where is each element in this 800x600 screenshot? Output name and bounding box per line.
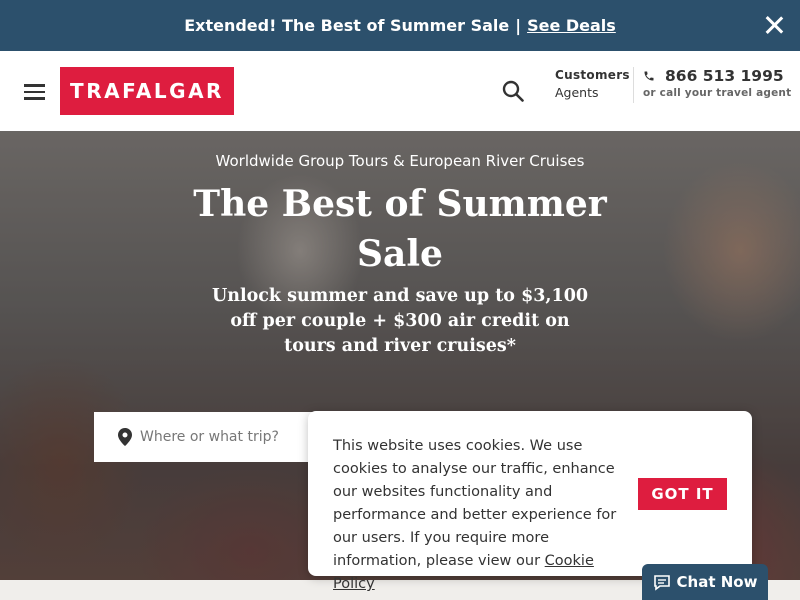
promo-separator: | <box>515 16 522 35</box>
trafalgar-logo[interactable]: TRAFALGAR <box>60 67 234 115</box>
location-pin-icon <box>118 428 132 446</box>
chat-bubble-icon <box>653 574 670 591</box>
search-icon[interactable] <box>502 80 524 102</box>
hero-title: The Best of Summer Sale <box>193 183 607 275</box>
close-icon[interactable] <box>764 15 784 35</box>
promo-banner: Extended! The Best of Summer Sale | See … <box>0 0 800 51</box>
customer-agent-switch: Customers Agents <box>555 66 630 102</box>
see-deals-link[interactable]: See Deals <box>527 16 616 35</box>
chat-label: Chat Now <box>676 573 758 591</box>
cookie-text: This website uses cookies. We use cookie… <box>333 438 617 569</box>
trip-search-box[interactable] <box>94 412 314 462</box>
customers-link[interactable]: Customers <box>555 66 630 84</box>
phone-number-link[interactable]: 866 513 1995 <box>643 67 791 85</box>
menu-icon[interactable] <box>24 84 45 100</box>
cookie-message: This website uses cookies. We use cookie… <box>333 435 633 596</box>
chat-now-button[interactable]: Chat Now <box>642 564 768 600</box>
agents-link[interactable]: Agents <box>555 84 630 102</box>
site-header: TRAFALGAR Customers Agents 866 513 1995 … <box>0 51 800 131</box>
cookie-consent-dialog: This website uses cookies. We use cookie… <box>308 411 752 592</box>
phone-contact: 866 513 1995 or call your travel agent <box>643 67 791 99</box>
hero-kicker: Worldwide Group Tours & European River C… <box>215 152 585 170</box>
phone-number: 866 513 1995 <box>665 67 784 85</box>
trip-search-input[interactable] <box>140 429 310 445</box>
hero-subtitle: Unlock summer and save up to $3,100 off … <box>211 286 589 356</box>
phone-subtext: or call your travel agent <box>643 87 792 99</box>
hero-text: Worldwide Group Tours & European River C… <box>0 131 800 359</box>
promo-text: Extended! The Best of Summer Sale <box>184 16 510 35</box>
header-divider <box>633 67 634 103</box>
phone-icon <box>644 71 654 81</box>
got-it-button[interactable]: GOT IT <box>638 478 727 510</box>
